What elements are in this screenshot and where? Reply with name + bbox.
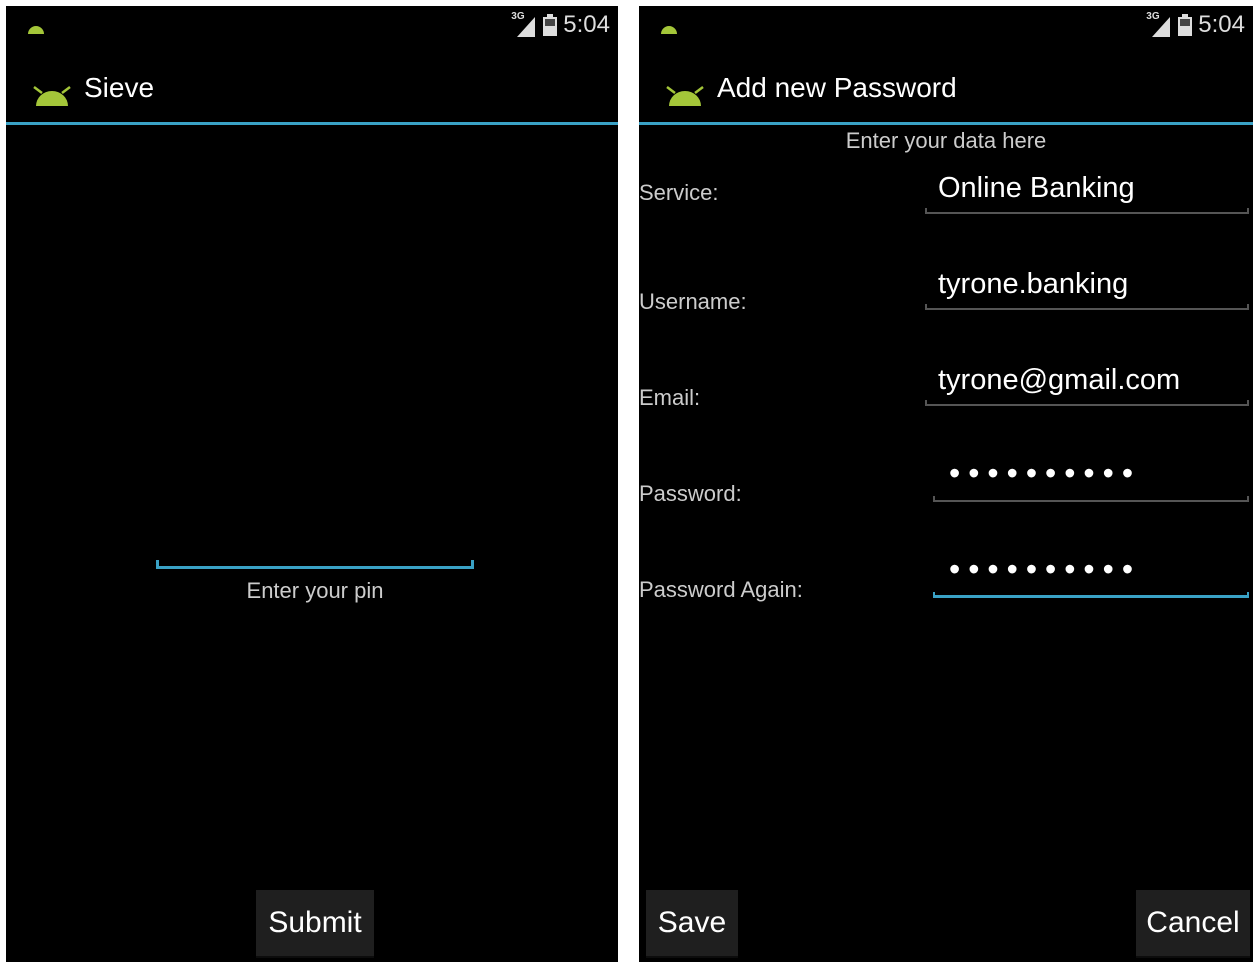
password-label: Password: [639,481,742,506]
password-again-field-underline [933,590,1249,598]
username-field-underline [925,302,1249,310]
password-again-input[interactable]: •••••••••• [949,551,1141,588]
action-bar: Sieve [6,44,618,125]
battery-icon [1178,14,1193,36]
android-app-icon [33,86,71,106]
status-bar: 3G 5:04 [639,6,1253,44]
email-field-underline [925,398,1249,406]
clock: 5:04 [1198,11,1245,38]
battery-icon [543,14,558,36]
form-heading: Enter your data here [845,128,1047,153]
status-indicators: 3G 5:04 [1146,10,1245,40]
pin-hint: Enter your pin [246,578,384,603]
service-input[interactable]: Online Banking [938,172,1135,205]
screen-divider [618,0,639,962]
service-label: Service: [639,180,719,205]
screen-title: Add new Password [717,72,957,103]
cancel-button[interactable]: Cancel [1136,890,1250,956]
password-field-underline [933,494,1249,502]
android-notification-icon [28,26,44,34]
network-type: 3G [511,11,525,22]
service-field-underline [925,206,1249,214]
signal-icon: 3G [1146,11,1172,37]
username-label: Username: [639,289,747,314]
sieve-pin-screen: 3G 5:04 Sieve Enter your pin Submit [6,6,618,962]
password-again-label: Password Again: [639,577,803,602]
username-input[interactable]: tyrone.banking [938,268,1128,301]
add-password-screen: 3G 5:04 Add new Password Enter your data… [639,6,1253,962]
submit-button[interactable]: Submit [256,890,374,956]
clock: 5:04 [563,11,610,38]
email-input[interactable]: tyrone@gmail.com [938,364,1180,397]
email-label: Email: [639,385,701,410]
network-type: 3G [1146,11,1160,22]
signal-icon: 3G [511,11,537,37]
app-title: Sieve [84,72,155,103]
password-input[interactable]: •••••••••• [949,455,1141,492]
android-notification-icon [661,26,677,34]
status-bar: 3G 5:04 [6,6,618,44]
pin-input[interactable] [156,557,474,569]
status-indicators: 3G 5:04 [511,10,610,40]
save-button[interactable]: Save [646,890,738,956]
android-app-icon [666,86,704,106]
action-bar: Add new Password [639,44,1253,125]
